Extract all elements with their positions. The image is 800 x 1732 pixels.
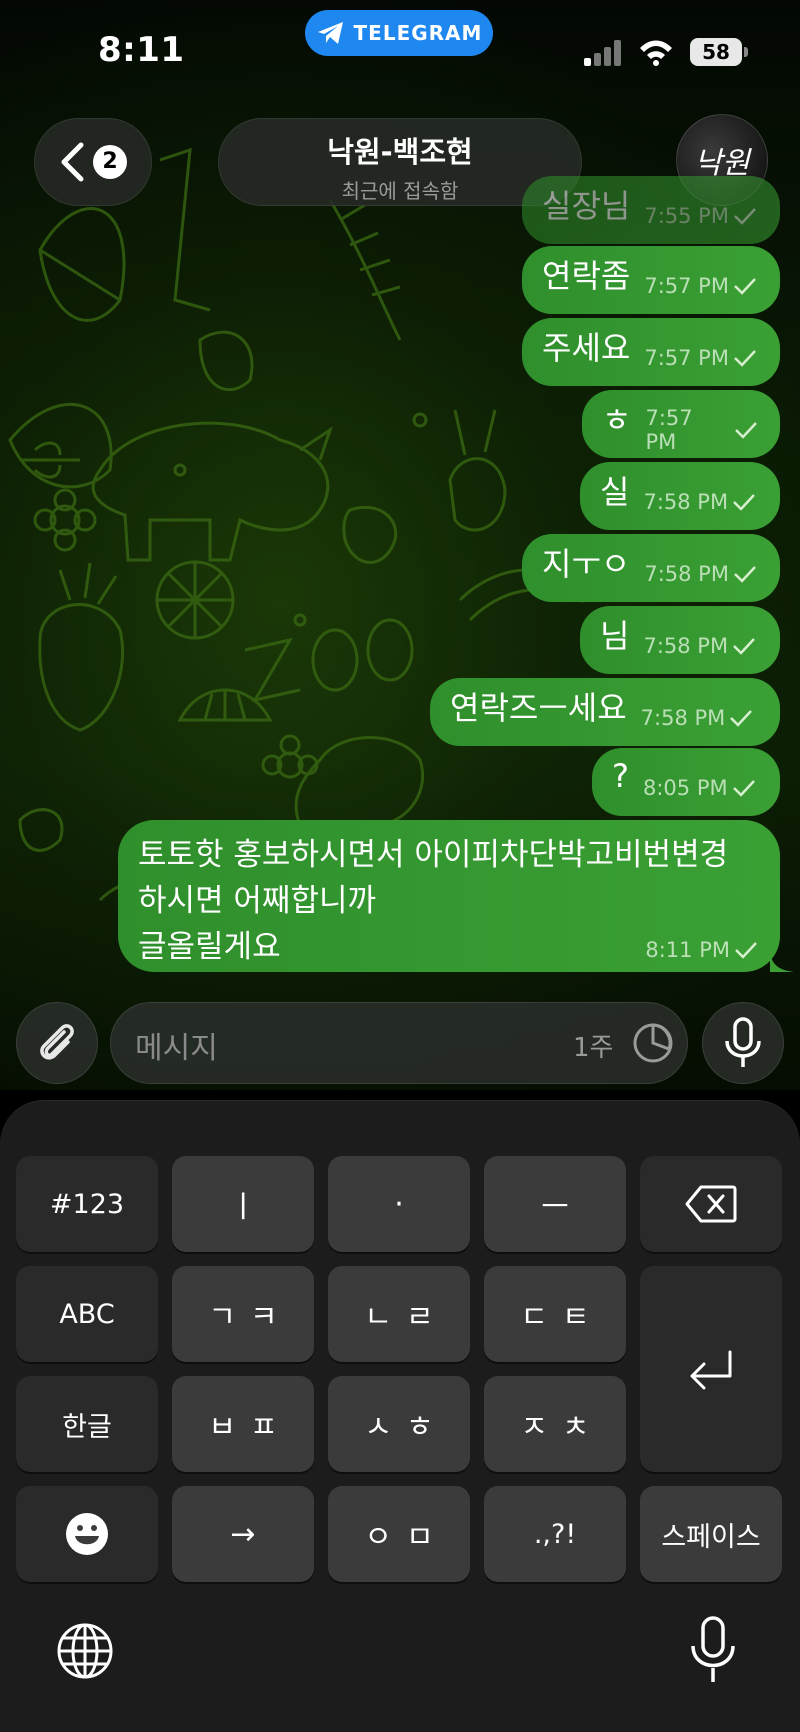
key-arrow-right[interactable]: → [172, 1486, 314, 1582]
message-time: 7:58 PM [643, 490, 729, 514]
message-bubble[interactable]: ㅎ 7:57 PM [582, 390, 780, 458]
telegram-pill[interactable]: TELEGRAM [305, 10, 493, 56]
read-check-icon [734, 350, 756, 367]
message-time: 7:58 PM [644, 562, 729, 586]
key-ng-m[interactable]: ㅇㅁ [328, 1486, 470, 1582]
dictation-mic-icon[interactable] [688, 1616, 738, 1686]
emoji-icon [66, 1513, 108, 1555]
message-time: 8:11 PM [645, 938, 730, 962]
message-text: 실 [600, 473, 630, 511]
read-check-icon [732, 780, 755, 797]
message-bubble[interactable]: ? 8:05 PM [592, 748, 780, 816]
microphone-icon [725, 1017, 761, 1067]
read-check-icon [734, 278, 756, 295]
cellular-signal-icon [584, 40, 621, 66]
key-hangul[interactable]: 한글 [16, 1376, 158, 1472]
message-text: 지ㅜㅇ [542, 545, 631, 583]
battery-indicator: 58 [690, 38, 748, 66]
globe-icon[interactable] [56, 1622, 114, 1680]
key-vowel-eu[interactable]: ㅡ [484, 1156, 626, 1252]
key-d-t[interactable]: ㄷㅌ [484, 1266, 626, 1362]
key-s-h[interactable]: ㅅㅎ [328, 1376, 470, 1472]
emoji-key[interactable] [16, 1486, 158, 1582]
message-meta: 7:58 PM [643, 634, 756, 658]
key-numbers[interactable]: #123 [16, 1156, 158, 1252]
message-meta: 7:55 PM [644, 204, 757, 228]
message-time: 8:05 PM [642, 776, 728, 800]
message-meta: 7:58 PM [644, 562, 757, 586]
message-meta: 8:11 PM [645, 938, 758, 962]
message-text: 주세요 [542, 329, 631, 367]
auto-delete-timer-label: 1주 [573, 1033, 614, 1063]
message-text: ㅎ [602, 401, 632, 439]
read-check-icon [735, 942, 757, 959]
message-bubble[interactable]: 주세요 7:57 PM [522, 318, 780, 386]
message-time: 7:57 PM [644, 274, 729, 298]
message-time: 7:55 PM [644, 204, 729, 228]
message-meta: 7:58 PM [641, 706, 754, 730]
auto-delete-timer-icon[interactable] [631, 1021, 675, 1065]
key-n-r[interactable]: ㄴㄹ [328, 1266, 470, 1362]
message-meta: 7:57 PM [644, 274, 757, 298]
message-bubble[interactable]: 실 7:58 PM [580, 462, 780, 530]
read-check-icon [733, 494, 755, 511]
key-vowel-dot[interactable]: · [328, 1156, 470, 1252]
key-j-ch[interactable]: ㅈㅊ [484, 1376, 626, 1472]
message-meta: 7:57 PM [644, 346, 757, 370]
message-meta: 7:58 PM [643, 490, 756, 514]
wifi-icon [640, 40, 672, 66]
message-bubble[interactable]: 실장님 7:55 PM [522, 176, 780, 244]
read-check-icon [734, 566, 756, 583]
key-vowel-i[interactable]: ㅣ [172, 1156, 314, 1252]
attach-button[interactable] [16, 1002, 98, 1084]
key-b-p[interactable]: ㅂㅍ [172, 1376, 314, 1472]
clock-time: 8:11 [98, 30, 185, 70]
message-time: 7:57 PM [645, 406, 693, 454]
key-abc[interactable]: ABC [16, 1266, 158, 1362]
message-time: 7:58 PM [640, 706, 726, 730]
message-bubble[interactable]: 님 7:58 PM [580, 606, 780, 674]
message-bubble[interactable]: 연락즈ㅡ세요 7:58 PM [430, 678, 780, 746]
message-input[interactable]: 메시지 1주 [110, 1002, 688, 1084]
message-text: 연락좀 [542, 257, 631, 295]
message-bubble-long[interactable]: 토토핫 홍보하시면서 아이피차단박고비번변경 하시면 어째합니까 글올릴게요 8… [118, 820, 794, 972]
key-punctuation[interactable]: .,?! [484, 1486, 626, 1582]
message-meta: 8:05 PM [643, 776, 756, 800]
backspace-icon [685, 1185, 737, 1223]
message-text: 연락즈ㅡ세요 [450, 689, 627, 727]
chevron-left-icon [61, 142, 84, 182]
telegram-icon [317, 22, 343, 44]
back-button[interactable]: 2 [34, 118, 152, 206]
backspace-key[interactable] [640, 1156, 782, 1252]
message-bubble[interactable]: 지ㅜㅇ 7:58 PM [522, 534, 780, 602]
message-text: 님 [600, 617, 630, 655]
read-check-icon [735, 422, 757, 439]
unread-count-badge: 2 [93, 145, 127, 179]
contact-name: 낙원-백조현 [327, 135, 473, 169]
read-check-icon [730, 710, 753, 727]
bubble-tail [770, 948, 794, 972]
read-check-icon [733, 638, 755, 655]
message-text: 실장님 [542, 187, 631, 225]
key-g-k[interactable]: ㄱㅋ [172, 1266, 314, 1362]
message-bubble[interactable]: 연락좀 7:57 PM [522, 246, 780, 314]
voice-record-button[interactable] [702, 1002, 784, 1084]
message-time: 7:58 PM [643, 634, 729, 658]
telegram-label: TELEGRAM [353, 21, 483, 45]
message-input-placeholder: 메시지 [135, 1031, 218, 1066]
message-text: ? [612, 757, 629, 795]
return-icon [690, 1350, 732, 1390]
read-check-icon [734, 208, 756, 225]
message-time: 7:57 PM [644, 346, 729, 370]
paperclip-icon [40, 1024, 74, 1060]
space-key[interactable]: 스페이스 [640, 1486, 782, 1582]
message-meta: 7:57 PM [645, 406, 758, 454]
status-bar: 8:11 TELEGRAM 58 [0, 0, 800, 100]
return-key[interactable] [640, 1266, 782, 1472]
